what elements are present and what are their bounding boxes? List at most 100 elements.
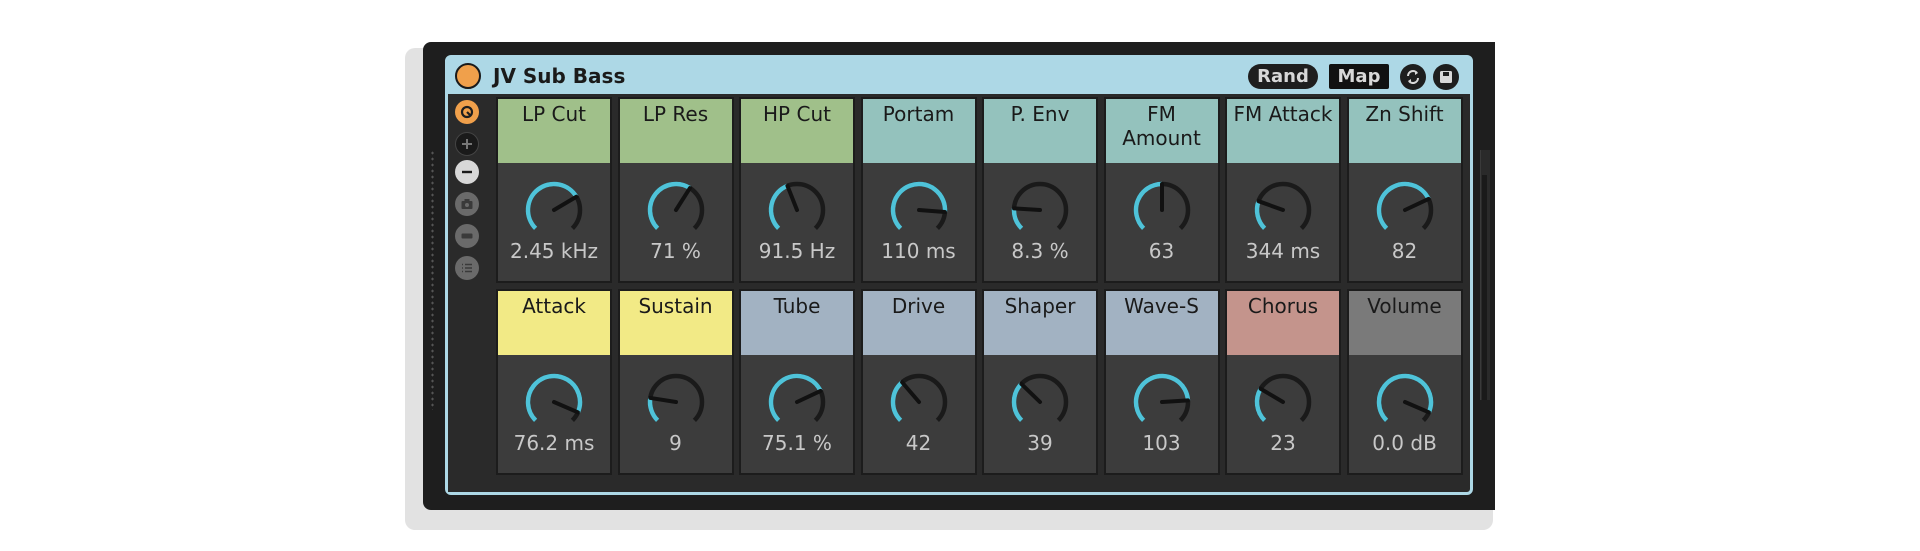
knob-value-arc: [1254, 200, 1267, 230]
macro-knob[interactable]: [1129, 369, 1195, 435]
macro-cell[interactable]: Tube 75.1 %: [739, 289, 855, 475]
add-macro-button[interactable]: [455, 132, 479, 156]
macro-knob[interactable]: [886, 177, 952, 243]
knob-value-arc: [1011, 382, 1024, 422]
macro-value: 76.2 ms: [513, 431, 595, 455]
knob-value-arc: [525, 181, 579, 230]
variations-button[interactable]: [1400, 64, 1426, 90]
macro-cell[interactable]: Portam 110 ms: [860, 97, 977, 283]
device-title: JV Sub Bass: [493, 64, 626, 88]
macro-knob[interactable]: [1007, 177, 1073, 243]
macro-label[interactable]: Wave-S: [1105, 291, 1218, 355]
macro-knob[interactable]: [1007, 369, 1073, 435]
knob-value-arc: [647, 397, 659, 422]
map-button[interactable]: Map: [1329, 64, 1389, 89]
knob-needle: [785, 183, 799, 212]
macro-label[interactable]: Shaper: [984, 291, 1096, 355]
knob-value-arc: [768, 373, 823, 422]
chain-list-button[interactable]: [455, 256, 479, 280]
macro-cell[interactable]: Sustain 9: [617, 289, 734, 475]
macro-label[interactable]: Tube: [741, 291, 853, 355]
macro-label[interactable]: P. Env: [984, 99, 1096, 163]
rack-device: JV Sub Bass Rand Map LP Cut 2.45 kHz LP …: [445, 55, 1473, 495]
macro-label[interactable]: Drive: [862, 291, 975, 355]
knob-value-arc: [525, 373, 583, 422]
macro-label[interactable]: FM Attack: [1227, 99, 1339, 163]
device-title-bar[interactable]: JV Sub Bass Rand Map: [448, 58, 1470, 94]
save-icon: [1440, 71, 1452, 83]
macro-cell[interactable]: Chorus 23: [1225, 289, 1341, 475]
knob-needle: [1258, 386, 1285, 404]
macro-knob[interactable]: [1250, 177, 1316, 243]
macro-label[interactable]: Zn Shift: [1348, 99, 1461, 163]
refresh-icon: [1407, 70, 1419, 84]
macro-cell[interactable]: LP Res 71 %: [617, 97, 734, 283]
knob-value-arc: [890, 181, 947, 230]
knob-value-arc: [1133, 181, 1162, 230]
knob-needle: [673, 186, 692, 212]
macro-value: 91.5 Hz: [758, 239, 836, 263]
macro-cell[interactable]: P. Env 8.3 %: [982, 97, 1098, 283]
knob-needle: [916, 208, 947, 215]
knob-value-arc: [1254, 387, 1267, 422]
macro-value: 63: [1148, 239, 1175, 263]
knob-needle: [1402, 400, 1431, 415]
knob-needle: [647, 395, 678, 404]
macro-cell[interactable]: Zn Shift 82: [1346, 97, 1463, 283]
macro-cell[interactable]: FM Attack 344 ms: [1225, 97, 1341, 283]
scrollbar-thumb[interactable]: [1482, 175, 1487, 400]
knob-needle: [552, 400, 580, 415]
resize-grip[interactable]: [430, 150, 435, 410]
macro-value: 42: [905, 431, 932, 455]
hot-swap-button[interactable]: [455, 100, 479, 124]
snapshot-button[interactable]: [455, 192, 479, 216]
macro-label[interactable]: LP Res: [619, 99, 732, 163]
macro-cell[interactable]: Volume 0.0 dB: [1346, 289, 1463, 475]
knob-track: [1254, 373, 1312, 422]
macro-cell[interactable]: Drive 42: [860, 289, 977, 475]
macro-label[interactable]: Attack: [498, 291, 610, 355]
rack-sidebar: [448, 94, 486, 492]
knob-value-arc: [1376, 373, 1433, 422]
knob-track: [1254, 181, 1312, 230]
macro-cell[interactable]: Shaper 39: [982, 289, 1098, 475]
macro-label[interactable]: FM Amount: [1105, 99, 1218, 163]
rand-button[interactable]: Rand: [1248, 64, 1318, 89]
camera-icon: [461, 199, 473, 209]
macro-value: 23: [1270, 431, 1296, 455]
macro-knob[interactable]: [1250, 369, 1316, 435]
macro-cell[interactable]: Attack 76.2 ms: [496, 289, 612, 475]
macro-label[interactable]: Sustain: [619, 291, 732, 355]
knob-needle: [552, 194, 579, 212]
macro-label[interactable]: Volume: [1348, 291, 1461, 355]
macro-knob[interactable]: [886, 369, 952, 435]
macro-knob[interactable]: [643, 369, 709, 435]
macro-cell[interactable]: FM Amount 63: [1103, 97, 1220, 283]
macro-label[interactable]: HP Cut: [741, 99, 853, 163]
macro-knob[interactable]: [1129, 177, 1195, 243]
macro-value: 8.3 %: [1011, 239, 1069, 263]
macro-knob[interactable]: [521, 369, 587, 435]
macro-label[interactable]: Chorus: [1227, 291, 1339, 355]
macro-cell[interactable]: LP Cut 2.45 kHz: [496, 97, 612, 283]
macro-label[interactable]: LP Cut: [498, 99, 610, 163]
knob-value-arc: [647, 181, 691, 230]
macro-knob[interactable]: [1372, 177, 1438, 243]
plus-icon: [462, 139, 472, 149]
knob-needle: [795, 388, 823, 404]
macro-value: 0.0 dB: [1372, 431, 1437, 455]
remove-macro-button[interactable]: [455, 160, 479, 184]
knob-needle: [1402, 196, 1431, 212]
knob-needle: [1012, 206, 1042, 212]
macro-cell[interactable]: HP Cut 91.5 Hz: [739, 97, 855, 283]
macro-knob[interactable]: [521, 177, 587, 243]
variations-panel-button[interactable]: [455, 224, 479, 248]
macro-cell[interactable]: Wave-S 103: [1103, 289, 1220, 475]
macro-knob[interactable]: [643, 177, 709, 243]
macro-label[interactable]: Portam: [862, 99, 975, 163]
device-power-button[interactable]: [455, 63, 481, 89]
macro-knob[interactable]: [764, 177, 830, 243]
save-preset-button[interactable]: [1433, 64, 1459, 90]
macro-knob[interactable]: [764, 369, 830, 435]
macro-knob[interactable]: [1372, 369, 1438, 435]
